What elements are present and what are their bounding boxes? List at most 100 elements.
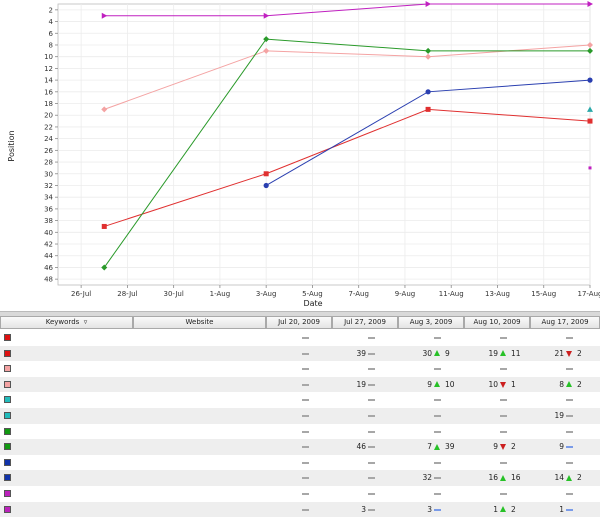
table-row[interactable] (0, 455, 600, 471)
rank-change-value: 2 (577, 379, 582, 389)
table-row[interactable] (0, 424, 600, 440)
rank-down-icon (500, 381, 506, 388)
header-date-1[interactable]: Jul 20, 2009 (266, 316, 332, 329)
rank-cell: 3 (398, 502, 464, 518)
table-row[interactable] (0, 486, 600, 502)
rank-cell (530, 330, 596, 346)
series-4-point (587, 77, 593, 83)
rank-cell (332, 486, 398, 502)
x-axis-title: Date (303, 299, 322, 308)
rank-value: 19 (488, 348, 498, 358)
rank-cell (464, 408, 530, 424)
rank-cell: 14 2 (530, 470, 596, 486)
no-data-icon (434, 399, 441, 402)
rank-cell (266, 502, 332, 518)
rank-up-icon (500, 350, 506, 357)
no-data-icon (434, 337, 441, 339)
y-tick-label: 40 (44, 229, 53, 237)
no-data-icon (302, 399, 309, 402)
y-tick-label: 44 (44, 252, 53, 260)
no-data-icon (566, 430, 573, 433)
rank-change-value: 16 (511, 473, 521, 483)
no-data-icon (368, 337, 375, 339)
no-data-icon (302, 368, 309, 371)
rank-value: 9 (559, 442, 564, 452)
y-tick-label: 34 (44, 194, 53, 202)
table-row[interactable]: 32 16 16 14 2 (0, 470, 600, 486)
header-keywords[interactable]: Keywords ▿ (0, 316, 133, 329)
no-data-icon (368, 446, 375, 449)
y-tick-label: 14 (44, 77, 53, 85)
no-data-icon (434, 493, 441, 495)
series-0-point (425, 106, 431, 112)
rank-cell (266, 330, 332, 346)
rank-up-icon (566, 381, 572, 388)
rank-value: 3 (427, 504, 432, 514)
no-data-icon (368, 461, 375, 464)
rank-cell (266, 408, 332, 424)
y-tick-label: 46 (44, 264, 53, 272)
keyword-color-swatch (4, 474, 11, 482)
header-date-4[interactable]: Aug 10, 2009 (464, 316, 530, 329)
rank-cell: 92 (464, 439, 530, 455)
rank-cell (332, 455, 398, 471)
no-data-icon (566, 368, 573, 371)
table-row[interactable]: 33121 (0, 501, 600, 518)
y-tick-label: 32 (44, 182, 53, 190)
rank-cell (464, 486, 530, 502)
rank-cell: 9 10 (398, 377, 464, 393)
y-tick-label: 30 (44, 170, 53, 178)
y-tick-label: 48 (44, 276, 53, 284)
keyword-color-swatch (4, 349, 11, 357)
keyword-color-swatch (4, 380, 11, 388)
no-data-icon (566, 399, 573, 402)
table-row[interactable]: 19 9 10 10 1 8 2 (0, 376, 600, 393)
rank-unchanged-icon (566, 508, 573, 511)
table-row[interactable]: 19 (0, 408, 600, 424)
keyword-color-swatch (4, 427, 11, 435)
rank-cell (266, 455, 332, 471)
y-tick-label: 8 (49, 41, 53, 49)
rank-cell: 21 2 (530, 346, 596, 362)
y-tick-label: 18 (44, 100, 53, 108)
table-row[interactable]: 46 7 39 9 2 9 (0, 439, 600, 455)
no-data-icon (302, 446, 309, 449)
rank-value: 9 (493, 442, 498, 452)
rankings-table: Keywords ▿ Website Jul 20, 2009 Jul 27, … (0, 316, 600, 521)
no-data-icon (500, 461, 507, 464)
no-data-icon (368, 368, 375, 371)
sort-indicator-icon: ▿ (81, 318, 88, 326)
rank-value: 7 (427, 442, 432, 452)
rank-cell (464, 455, 530, 471)
rank-cell: 30 9 (398, 346, 464, 362)
header-date-2[interactable]: Jul 27, 2009 (332, 316, 398, 329)
rank-value: 46 (356, 442, 366, 452)
rank-cell (398, 455, 464, 471)
x-tick-label: 3-Aug (256, 290, 277, 298)
rank-cell (266, 439, 332, 455)
no-data-icon (302, 430, 309, 433)
rank-value: 1 (559, 504, 564, 514)
rank-value: 3 (361, 504, 366, 514)
header-date-3[interactable]: Aug 3, 2009 (398, 316, 464, 329)
rank-value: 21 (554, 348, 564, 358)
header-date-5[interactable]: Aug 17, 2009 (530, 316, 600, 329)
rank-cell (530, 486, 596, 502)
table-row[interactable] (0, 361, 600, 377)
no-data-icon (434, 461, 441, 464)
rank-cell (398, 408, 464, 424)
keyword-color-swatch (4, 334, 11, 341)
rank-cell (530, 392, 596, 408)
table-row[interactable]: 39 30 9 19 11 21 2 (0, 345, 600, 362)
no-data-icon (302, 461, 309, 464)
header-website[interactable]: Website (133, 316, 266, 329)
table-row[interactable] (0, 330, 600, 346)
y-tick-label: 2 (49, 6, 53, 14)
rank-cell (530, 361, 596, 377)
table-row[interactable] (0, 392, 600, 408)
x-tick-label: 11-Aug (439, 290, 464, 298)
series-0-point (101, 223, 107, 229)
rank-value: 39 (356, 348, 366, 358)
rank-change-value: 2 (511, 504, 516, 514)
x-tick-label: 17-Aug (578, 290, 600, 298)
